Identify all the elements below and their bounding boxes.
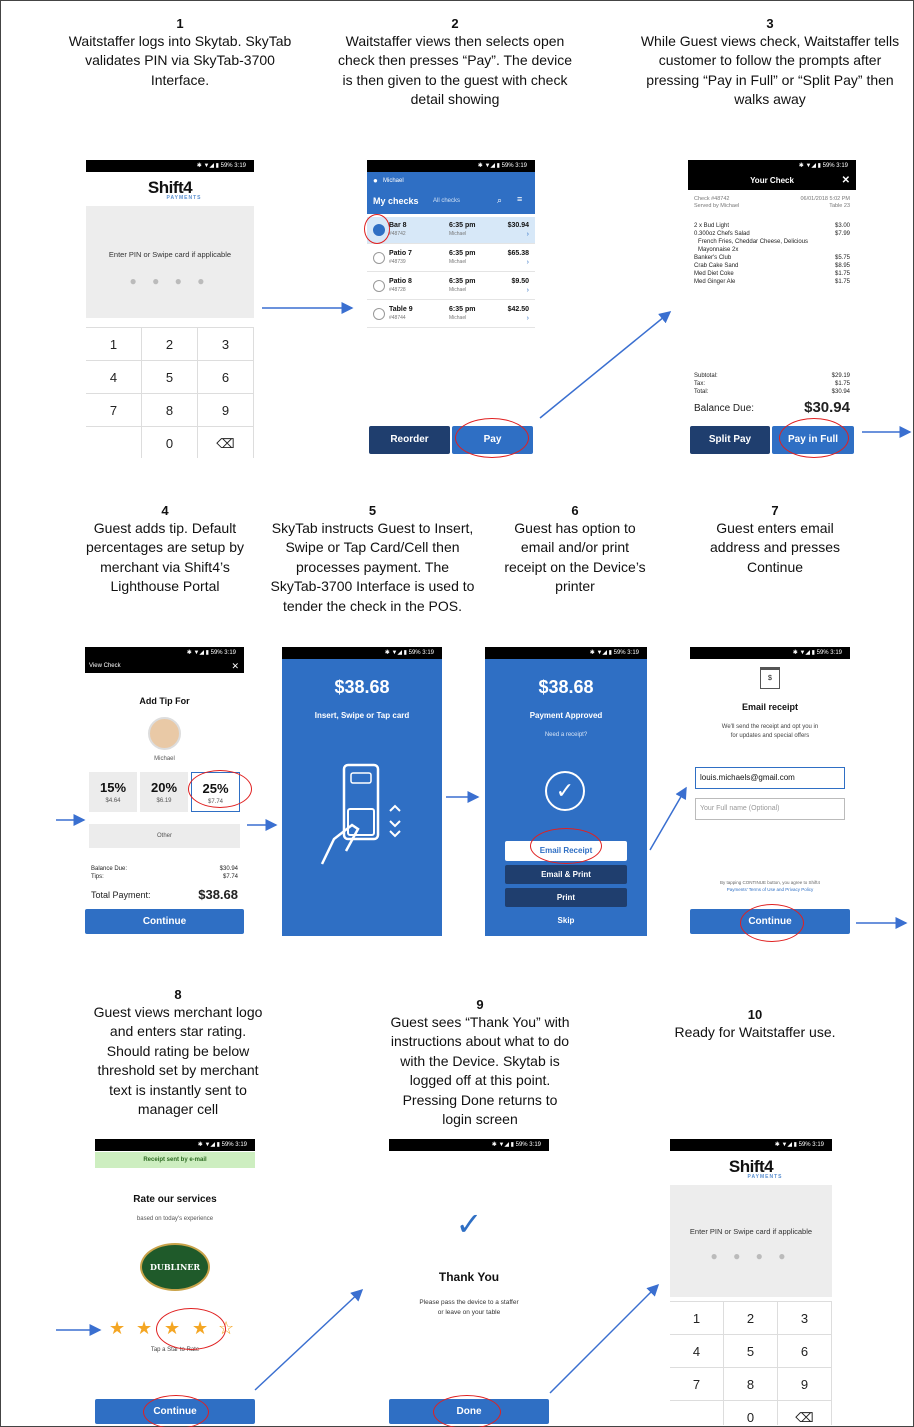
flow-arrows: [56, 302, 912, 1394]
arrow-2-to-3: [539, 311, 672, 419]
arrow-9-to-10: [549, 1283, 660, 1394]
arrow-8-to-9: [254, 1288, 364, 1391]
arrow-6-to-7: [649, 786, 687, 851]
